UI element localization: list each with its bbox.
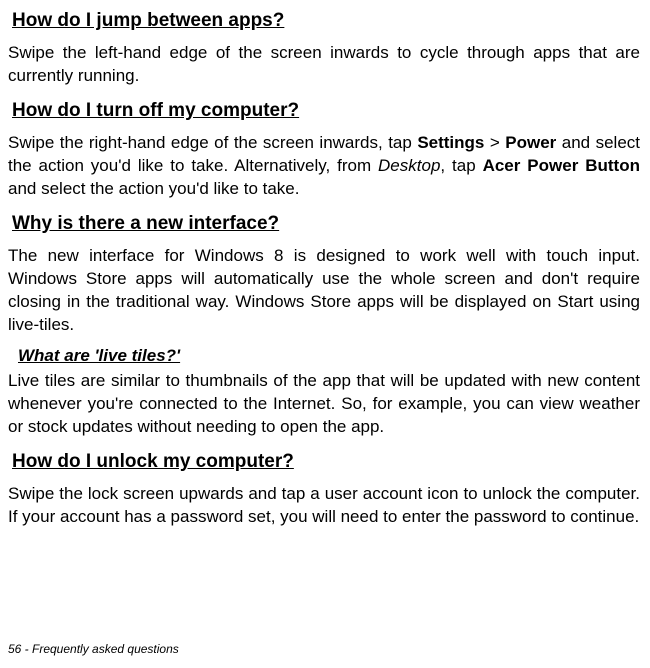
text-fragment: > — [484, 133, 505, 152]
page-footer: 56 - Frequently asked questions — [8, 642, 179, 656]
section-unlock: How do I unlock my computer? Swipe the l… — [8, 451, 640, 529]
label-acer-power-button: Acer Power Button — [483, 156, 640, 175]
body-live-tiles: Live tiles are similar to thumbnails of … — [8, 370, 640, 439]
label-settings: Settings — [417, 133, 484, 152]
subheading-live-tiles: What are 'live tiles?' — [18, 346, 640, 366]
section-jump-apps: How do I jump between apps? Swipe the le… — [8, 10, 640, 88]
text-fragment: , tap — [440, 156, 482, 175]
heading-turn-off: How do I turn off my computer? — [12, 100, 640, 122]
body-unlock: Swipe the lock screen upwards and tap a … — [8, 483, 640, 529]
heading-unlock: How do I unlock my computer? — [12, 451, 640, 473]
text-fragment: and select the action you'd like to take… — [8, 179, 299, 198]
heading-jump-apps: How do I jump between apps? — [12, 10, 640, 32]
section-live-tiles: What are 'live tiles?' Live tiles are si… — [8, 346, 640, 439]
label-desktop: Desktop — [378, 156, 440, 175]
section-new-interface: Why is there a new interface? The new in… — [8, 213, 640, 337]
body-new-interface: The new interface for Windows 8 is desig… — [8, 245, 640, 337]
label-power: Power — [505, 133, 556, 152]
body-jump-apps: Swipe the left-hand edge of the screen i… — [8, 42, 640, 88]
heading-new-interface: Why is there a new interface? — [12, 213, 640, 235]
section-turn-off: How do I turn off my computer? Swipe the… — [8, 100, 640, 201]
body-turn-off: Swipe the right-hand edge of the screen … — [8, 132, 640, 201]
text-fragment: Swipe the right-hand edge of the screen … — [8, 133, 417, 152]
